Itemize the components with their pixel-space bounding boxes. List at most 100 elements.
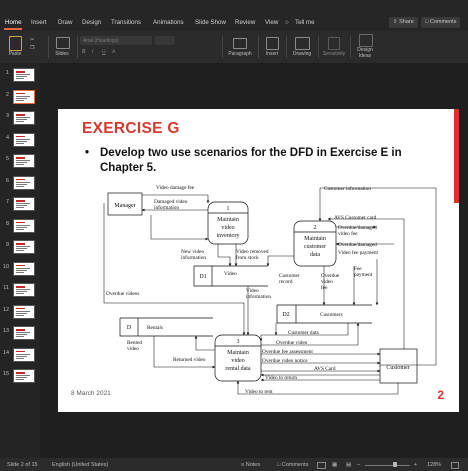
paragraph-icon[interactable] [233,38,247,49]
copy-icon[interactable]: ❐ [30,45,34,51]
slide-date[interactable]: 8 March 2021 [71,390,111,397]
thumbnail-text-line [16,224,30,226]
font-name-box[interactable]: Arial (Headings) [80,36,152,45]
thumbnail-number: 10 [3,263,10,270]
thumbnail-title-mark [16,221,25,223]
thumbnail-text-line [16,293,24,294]
notes-button[interactable]: ≡ Notes [241,462,260,468]
thumbnail-text-line [16,203,30,204]
tab-home[interactable]: Home [5,19,22,26]
thumbnail-number: 4 [5,134,9,141]
thumbnail-number: 1 [5,70,9,76]
svg-text:Maintain: Maintain [227,350,249,356]
svg-text:2: 2 [314,225,317,231]
thumbnail-text-line [16,332,30,333]
zoom-slider-handle[interactable] [393,462,397,467]
tab-slide-show[interactable]: Slide Show [195,19,226,26]
normal-view-icon[interactable] [317,461,326,469]
thumbnail-title-mark [16,286,25,288]
menu-bar: Home Insert Draw Design Transitions Anim… [0,0,468,31]
drawing-icon[interactable] [295,37,310,50]
drawing-label: Drawing [292,51,312,57]
tab-insert[interactable]: Insert [31,19,46,26]
thumbnail-text-line [16,246,30,247]
slide-page-number[interactable]: 2 [437,388,444,402]
slide-thumbnail[interactable] [13,304,35,319]
slide-thumbnail[interactable] [13,218,35,233]
tab-transitions[interactable]: Transitions [111,19,141,26]
zoom-level[interactable]: 128% [427,462,441,468]
font-size-box[interactable] [155,36,175,45]
comments-status-button[interactable]: □ Comments [277,462,308,468]
slide-sorter-icon[interactable]: ▦ [332,462,337,468]
slide-thumbnail[interactable] [13,132,35,147]
ribbon-divider [48,36,49,58]
thumbnail-text-line [16,205,27,206]
svg-text:Customer: Customer [386,365,409,371]
thumbnail-title-mark [16,243,25,245]
thumbnail-title-mark [16,329,25,331]
svg-text:Manager: Manager [114,203,135,209]
tab-draw[interactable]: Draw [58,19,72,26]
thumbnail-text-line [16,99,24,101]
slide-thumbnail[interactable] [13,369,35,383]
font-color-icon[interactable]: A [112,49,115,55]
thumbnail-text-line [16,78,24,79]
slide-thumbnail[interactable] [13,154,35,168]
dfd-diagram[interactable]: Manager Customer 1 Maintain video invent… [58,109,459,412]
slide-thumbnail[interactable] [13,175,35,190]
zoom-slider[interactable] [365,464,410,466]
paste-icon[interactable] [9,36,22,51]
thumbnail-text-line [16,160,30,161]
thumbnail-text-line [16,162,27,163]
tab-animations[interactable]: Animations [153,19,184,26]
slide-thumbnail[interactable] [13,347,35,362]
thumbnail-text-line [16,117,30,118]
lightbulb-icon: ○ [285,19,289,26]
svg-text:Rentals: Rentals [147,325,163,331]
bold-button[interactable]: B [82,49,86,55]
thumbnail-text-line [16,357,24,359]
zoom-in-icon[interactable]: + [414,462,417,468]
slide-2[interactable]: EXERCISE G • Develop two use scenarios f… [58,109,459,412]
italic-button[interactable]: I [92,49,93,55]
fit-to-window-icon[interactable] [451,461,459,469]
cut-icon[interactable]: ✂ [30,37,34,43]
new-slide-icon[interactable] [56,37,70,49]
thumbnail-number: 15 [3,371,10,377]
thumbnail-text-line [16,334,27,335]
thumbnail-text-line [16,140,27,142]
slide-thumbnail[interactable] [13,261,35,276]
language-indicator[interactable]: English (United States) [52,462,108,468]
tab-design[interactable]: Design [82,19,101,26]
svg-text:video: video [231,358,244,364]
tell-me-box[interactable]: Tell me [295,19,315,26]
tab-review[interactable]: Review [235,19,255,26]
slide-thumbnail[interactable] [13,326,35,340]
thumbnail-number: 9 [5,242,9,248]
thumbnail-number: 8 [5,220,9,227]
design-ideas-icon[interactable] [359,34,373,47]
slide-thumbnails-panel: 1 2 3 4 5 6 7 8 9 10 11 12 13 14 15 [0,63,40,458]
slide-thumbnail[interactable] [13,68,35,82]
slide-thumbnail[interactable] [13,283,35,297]
svg-text:Video to return: Video to return [265,375,297,381]
thumbnail-title-mark [16,264,25,266]
thumbnail-number: 2 [5,91,9,98]
insert-icon[interactable] [266,37,279,50]
svg-text:information: information [246,293,271,300]
comments-button[interactable]: □ Comments [421,17,461,28]
thumbnail-text-line [16,314,24,316]
slide-thumbnail[interactable] [13,89,35,104]
slide-thumbnail[interactable] [13,111,35,125]
thumbnail-text-line [16,95,30,97]
svg-text:information: information [181,254,206,261]
slide-thumbnail[interactable] [13,197,35,211]
zoom-out-icon[interactable]: – [357,462,360,468]
sensitivity-icon[interactable] [328,37,340,50]
reading-view-icon[interactable]: ▤ [346,462,351,468]
slide-thumbnail[interactable] [13,240,35,254]
share-button[interactable]: ⇧ Share [389,17,418,28]
underline-button[interactable]: U [102,49,106,55]
tab-view[interactable]: View [265,19,278,26]
